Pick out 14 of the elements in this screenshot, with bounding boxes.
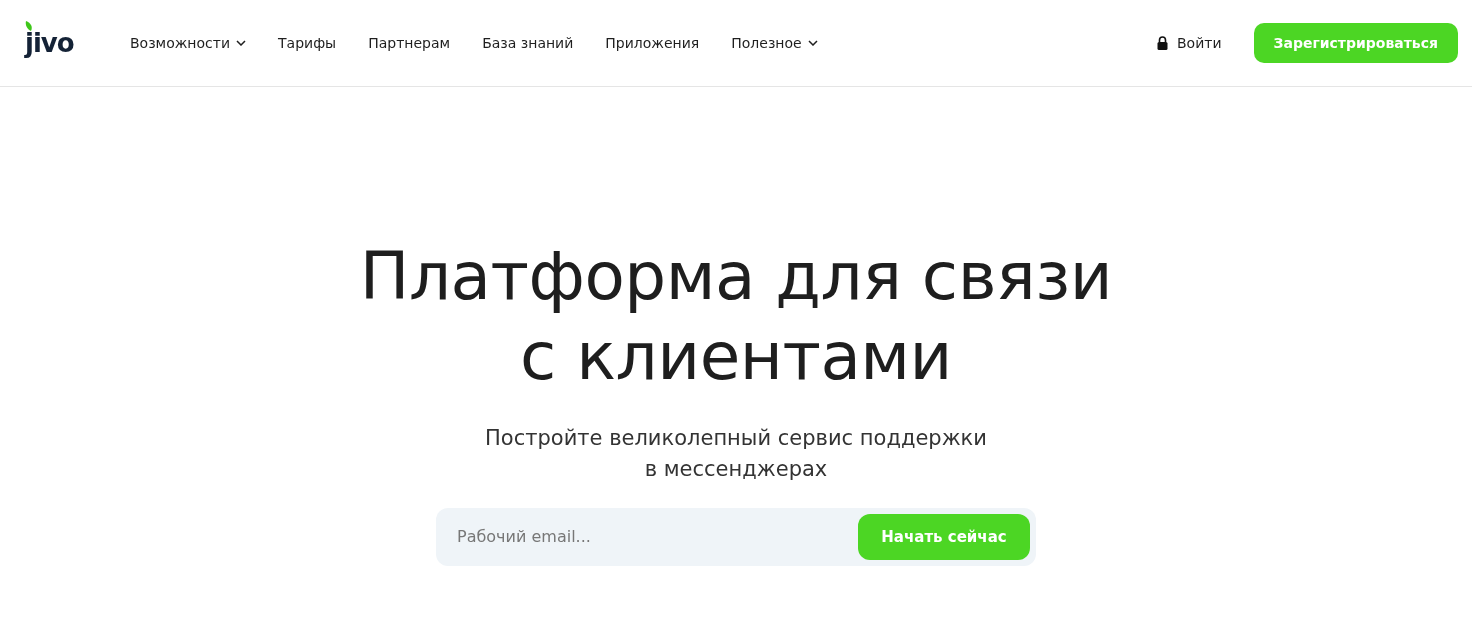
nav-menu[interactable]: Возможности xyxy=(130,32,247,54)
leaf-icon xyxy=(25,21,33,31)
nav-link[interactable]: База знаний xyxy=(482,32,574,54)
lock-icon xyxy=(1157,36,1168,50)
nav-link[interactable]: Партнерам xyxy=(368,32,451,54)
hero-subtitle: Постройте великолепный сервис поддержки в мессенджерах xyxy=(485,425,987,483)
nav-link[interactable]: Приложения xyxy=(605,32,700,54)
nav-menu[interactable]: Полезное xyxy=(731,32,818,54)
chevron-down-icon xyxy=(236,40,247,46)
nav-link[interactable]: Тарифы xyxy=(278,32,337,54)
hero-title: Платформа для связи с клиентами xyxy=(359,237,1113,397)
chevron-down-icon xyxy=(807,40,818,46)
login-button[interactable]: Войти xyxy=(1157,32,1222,54)
logo[interactable]: jivo xyxy=(25,30,74,56)
